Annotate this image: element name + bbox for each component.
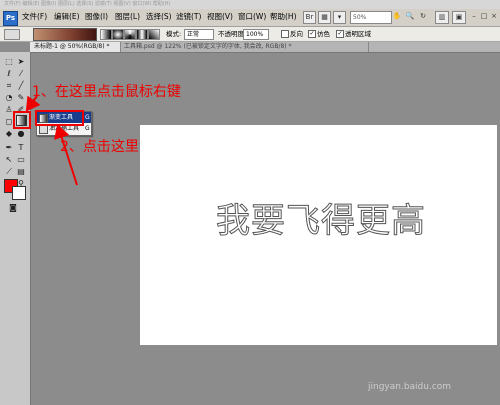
annotation-arrows — [25, 95, 78, 186]
watermark: jingyan.baidu.com — [340, 348, 490, 398]
arrow-step-2 — [54, 124, 78, 186]
watermark-text: jingyan.baidu.com — [368, 382, 452, 392]
arrow-step-1 — [25, 95, 41, 112]
